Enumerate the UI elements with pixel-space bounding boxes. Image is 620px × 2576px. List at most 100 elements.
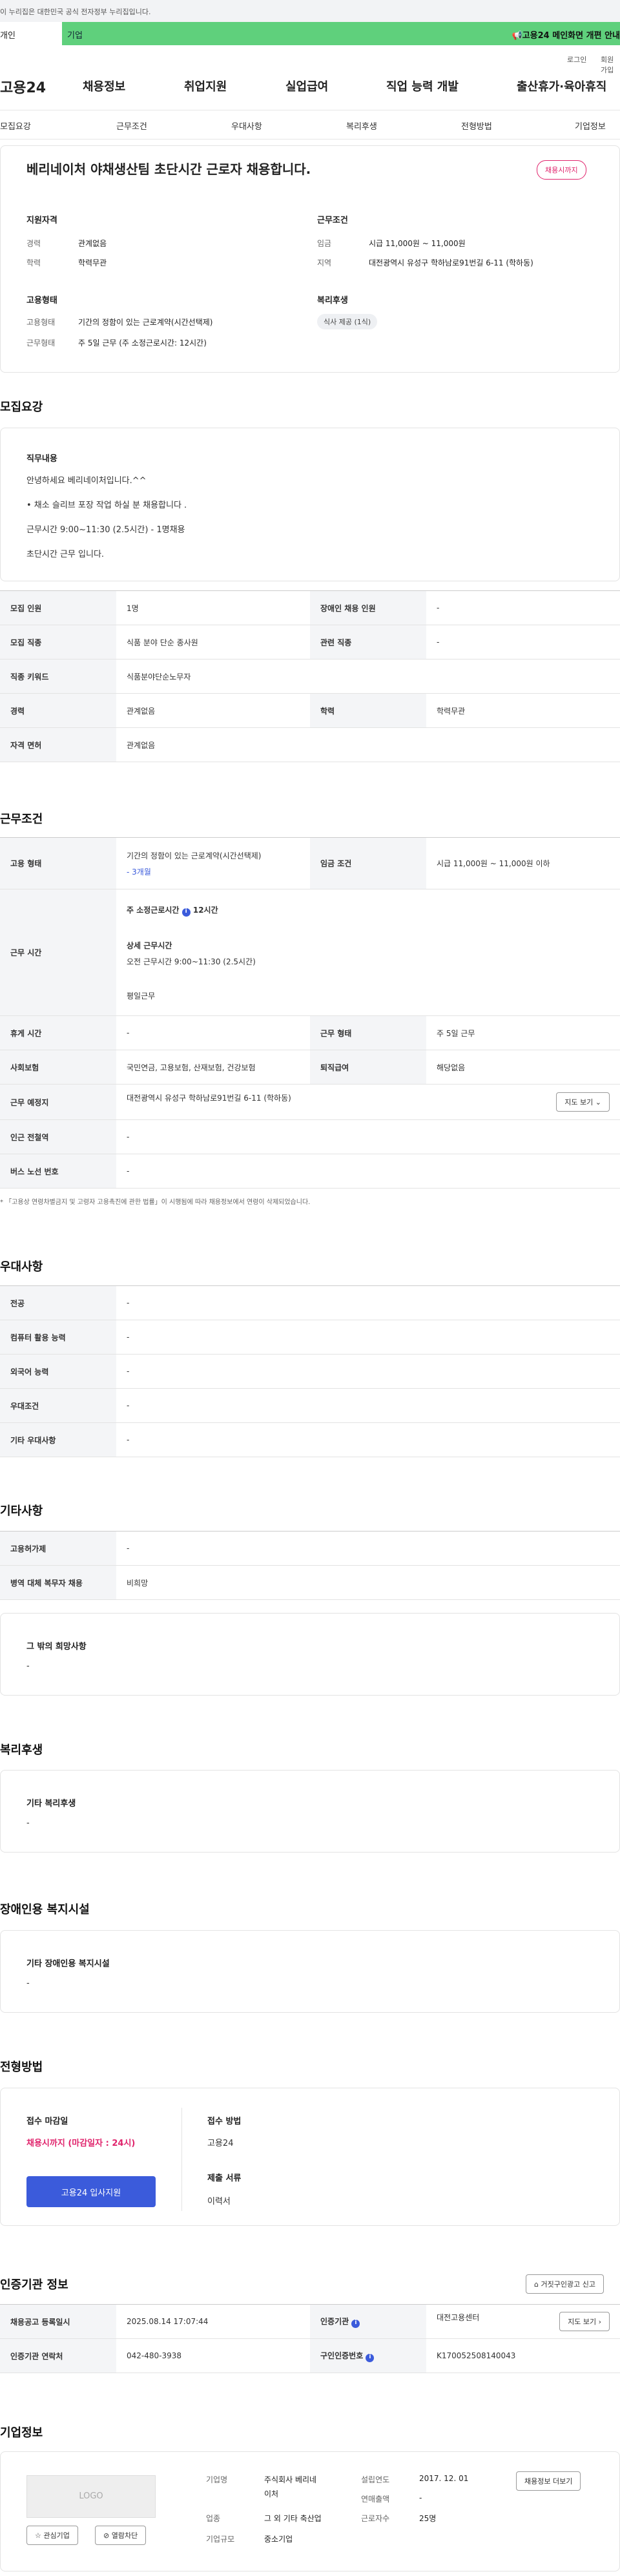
gnb-menu-jobs[interactable]: 채용정보 [83,78,125,94]
welfare-section-title: 복리후생 [0,1743,43,1757]
agency-section-title: 인증기관 정보 [0,2278,68,2292]
table-row: 컴퓨터 활용 능력 - [0,1320,620,1355]
emp-type-line-1: 기간의 정함이 있는 근로계약(시간선택제) [127,851,262,860]
cell-header: 직종 키워드 [0,659,116,694]
documents-value: 이력서 [207,2197,231,2207]
cell-header: 근무 형태 [310,1015,426,1050]
cell-value: 주 5일 근무 [426,1015,620,1050]
founded-label: 설립연도 [361,2475,390,2484]
cell-header: 버스 노선 번호 [0,1154,116,1189]
pref-table: 전공 - 컴퓨터 활용 능력 - 외국어 능력 - 우대조건 - 기타 우대사항 - [0,1285,620,1457]
cell-header: 우대조건 [0,1388,116,1423]
cond-wage-label: 임금 [317,239,332,248]
company-name-value-2: 이처 [264,2489,279,2498]
apply-button[interactable]: 고용24 입사지원 [26,2176,156,2207]
cell-header: 채용공고 등록일시 [0,2304,116,2339]
cell-header: 외국어 능력 [0,1354,116,1389]
cell-header: 인근 전철역 [0,1119,116,1154]
block-view-button[interactable]: ⊘ 열람차단 [95,2526,147,2545]
cell-value: 국민연금, 고용보험, 산재보험, 건강보험 [116,1050,310,1085]
more-jobs-button[interactable]: 채용정보 더보기 [516,2471,581,2491]
qual-career-value: 관계없음 [78,239,107,248]
tab-recruit[interactable]: 모집요강 [0,119,31,132]
emp-type-value: 기간의 정함이 있는 근로계약(시간선택제) [78,318,213,327]
gnb-menu-training[interactable]: 직업 능력 개발 [386,78,459,94]
apply-method-value: 고용24 [207,2139,234,2148]
cell-value: - [116,1154,620,1189]
cell-header: 고용허가제 [0,1531,116,1566]
gnb-menu-employment-support[interactable]: 취업지원 [184,78,227,94]
weekday-work: 평일근무 [127,991,156,1001]
info-icon[interactable]: i [181,908,191,917]
cell-header: 근무 시간 [0,889,116,1016]
cell-value: - [116,1531,620,1566]
tab-selection[interactable]: 전형방법 [461,119,492,132]
login-link[interactable]: 로그인 [567,54,586,65]
disabled-box: 기타 장애인용 복지시설 - [0,1930,620,2013]
cell-value: 주 소정근로시간 i 12시간 상세 근무시간 오전 근무시간 9:00~11:… [116,889,620,1016]
table-row: 자격 면허 관계없음 [0,727,620,762]
documents-heading: 제출 서류 [207,2174,242,2183]
job-line-1: 안녕하세요 베리네이처입니다.^^ [26,476,147,486]
agency-table: 채용공고 등록일시 2025.08.14 17:07:44 인증기관 i 대전고… [0,2304,620,2373]
selection-section-title: 전형방법 [0,2061,43,2074]
table-row: 채용공고 등록일시 2025.08.14 17:07:44 인증기관 i 대전고… [0,2304,620,2339]
notice-link[interactable]: 📢고용24 메인화면 개편 안내 [512,28,620,41]
tab-work-conditions[interactable]: 근무조건 [116,119,147,132]
favorite-company-button[interactable]: ☆ 관심기업 [26,2526,78,2545]
gnb-menu-parental-leave[interactable]: 출산휴가·육아휴직 [517,78,606,94]
tab-company[interactable]: 기업 [67,28,83,41]
map-button[interactable]: 지도 보기 ⌄ [556,1092,610,1112]
job-description-heading: 직무내용 [26,454,57,464]
table-row: 근무 시간 주 소정근로시간 i 12시간 상세 근무시간 오전 근무시간 9:… [0,889,620,1016]
other-wishes-box: 그 밖의 희망사항 - [0,1613,620,1696]
auth-number-label: 구인인증번호 [320,2351,364,2360]
cell-value: - [426,625,620,660]
tab-welfare[interactable]: 복리후생 [346,119,377,132]
tab-personal-label: 개인 [0,31,16,41]
agency-map-label: 지도 보기 [568,2318,597,2326]
table-row: 기타 우대사항 - [0,1422,620,1457]
employment-heading: 고용형태 [26,296,57,306]
cell-value: 관계없음 [116,727,620,762]
gnb-menu-unemployment[interactable]: 실업급여 [285,78,328,94]
recruit-section-title: 모집요강 [0,400,43,414]
tab-company-label: 기업 [67,31,83,41]
cell-header: 임금 조건 [310,837,426,889]
cell-header: 사회보험 [0,1050,116,1085]
qual-education-value: 학력무관 [78,258,107,267]
tab-company-info[interactable]: 기업정보 [575,119,606,132]
cell-header: 컴퓨터 활용 능력 [0,1320,116,1355]
report-button[interactable]: ⌂ 거짓구인광고 신고 [526,2274,604,2294]
chevron-down-icon: ⌄ [595,1098,601,1106]
work-section-title: 근무조건 [0,813,43,826]
cell-value: 시급 11,000원 ~ 11,000원 이하 [426,837,620,889]
employees-value: 25명 [419,2514,437,2523]
table-row: 휴게 시간 - 근무 형태 주 5일 근무 [0,1015,620,1050]
company-size-label: 기업규모 [206,2535,235,2544]
gov-banner: 이 누리집은 대한민국 공식 전자정부 누리집입니다. [0,0,620,22]
report-button-label: 거짓구인광고 신고 [541,2280,595,2289]
divider [181,2108,182,2211]
cell-header: 전공 [0,1285,116,1320]
table-row: 근무 예정지 대전광역시 유성구 학하남로91번길 6-11 (학하동) 지도 … [0,1084,620,1120]
agency-map-button[interactable]: 지도 보기 › [559,2312,610,2331]
sales-label: 연매출액 [361,2495,390,2504]
disabled-box-heading: 기타 장애인용 복지시설 [26,1959,110,1969]
cell-value: 1명 [116,590,310,625]
tab-preferences[interactable]: 우대사항 [231,119,262,132]
tab-personal[interactable]: 개인 [0,22,62,45]
site-logo[interactable]: 고용24 [0,76,46,97]
welfare-heading: 복리후생 [317,296,348,306]
disabled-section-title: 장애인용 복지시설 [0,1903,90,1916]
recruit-table: 모집 인원 1명 장애인 채용 인원 - 모집 직종 식품 분야 단순 종사원 … [0,590,620,762]
job-line-3: 근무시간 9:00~11:30 (2.5시간) - 1명채용 [26,525,185,535]
table-row: 인증기관 연락처 042-480-3938 구인인증번호 i K17005250… [0,2338,620,2373]
info-icon[interactable]: i [351,2319,360,2328]
table-row: 병역 대체 복무자 채용 비희망 [0,1565,620,1600]
info-icon[interactable]: i [366,2353,375,2362]
table-row: 고용 형태 기간의 정함이 있는 근로계약(시간선택제) - 3개월 임금 조건… [0,837,620,889]
age-footnote: * 「고용상 연령차별금지 및 고령자 고용촉진에 관한 법률」이 시행됨에 따… [0,1199,311,1206]
work-type-value: 주 5일 근무 (주 소정근로시간: 12시간) [78,338,207,348]
cell-value: 042-480-3938 [116,2338,310,2373]
